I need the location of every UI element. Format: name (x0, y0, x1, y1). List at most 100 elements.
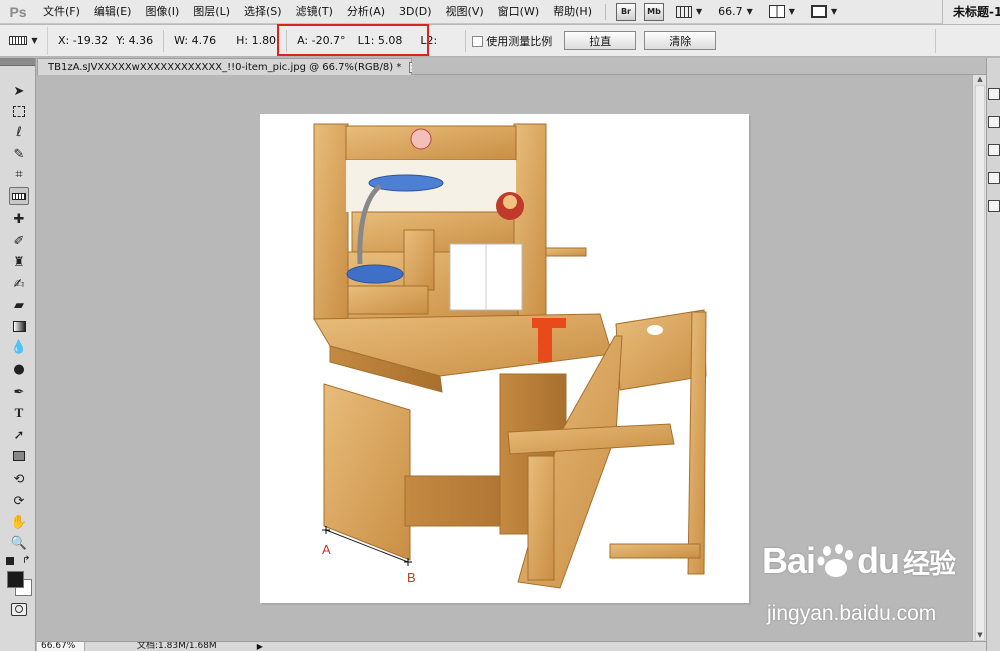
menu-3d[interactable]: 3D(D) (392, 0, 439, 24)
clear-button[interactable]: 清除 (644, 31, 717, 50)
side-shelf (545, 247, 587, 257)
scroll-down-icon[interactable]: ▼ (973, 631, 987, 641)
quick-selection-tool-icon[interactable]: ✎ (9, 145, 29, 163)
zoom-tool-icon[interactable]: 🔍 (9, 534, 29, 552)
straighten-button[interactable]: 拉直 (564, 31, 637, 50)
3d-rotate-tool-icon[interactable]: ⟲ (9, 470, 29, 488)
measure-width: W: 4.76 (174, 34, 217, 47)
photoshop-logo: Ps (9, 3, 27, 20)
pen-tool-icon[interactable]: ✒ (9, 383, 29, 401)
arrange-documents-dropdown[interactable]: ▼ (768, 5, 795, 18)
bridge-button[interactable]: Br (615, 2, 636, 21)
paw-icon (817, 543, 855, 579)
toy-face (503, 195, 517, 209)
hutch-left-post (313, 123, 349, 320)
scroll-up-icon[interactable]: ▲ (973, 75, 987, 85)
tools-panel-grip[interactable] (0, 58, 35, 66)
hutch-top-board (345, 125, 517, 161)
document-canvas-image[interactable] (260, 114, 749, 603)
quick-mask-icon[interactable] (11, 603, 27, 616)
document-title: 未标题-1 (942, 0, 1000, 24)
lasso-tool-icon[interactable]: ℓ (9, 123, 29, 141)
tool-preset-picker[interactable]: ▼ (0, 26, 48, 55)
menu-select[interactable]: 选择(S) (237, 0, 289, 24)
menu-bar: Ps 文件(F) 编辑(E) 图像(I) 图层(L) 选择(S) 滤镜(T) 分… (0, 0, 1000, 24)
screen-mode-icon (810, 5, 827, 18)
measurement-highlight-box (277, 24, 429, 56)
measure-height: H: 1.80 (236, 34, 277, 47)
watermark-brand-right: du (857, 540, 900, 581)
brush-tool-icon[interactable]: ✐ (9, 232, 29, 250)
marquee-tool-icon[interactable] (9, 102, 29, 120)
path-selection-tool-icon[interactable]: ➚ (9, 426, 29, 444)
use-measurement-scale-label: 使用测量比例 (486, 34, 553, 48)
crop-tool-icon[interactable]: ⌗ (9, 165, 29, 183)
desk-and-chair-photo (313, 123, 707, 589)
document-tab[interactable]: TB1zA.sJVXXXXXwXXXXXXXXXXXX_!!0-item_pic… (37, 58, 419, 75)
status-zoom-field[interactable]: 66.67% (37, 642, 85, 651)
eraser-tool-icon[interactable]: ▰ (9, 296, 29, 314)
checkbox-box[interactable] (472, 35, 484, 47)
panel-icon[interactable] (988, 144, 1000, 156)
scrollbar-thumb[interactable] (975, 85, 985, 641)
default-colors-icon[interactable] (6, 557, 14, 565)
history-brush-tool-icon[interactable]: ✍ (9, 275, 29, 293)
vertical-scrollbar[interactable]: ▲ ▼ (972, 75, 986, 641)
watermark-brand-left: Bai (762, 540, 816, 581)
options-separator (163, 29, 165, 52)
chair-handle-hole (647, 325, 663, 335)
menu-help[interactable]: 帮助(H) (546, 0, 599, 24)
foreground-color-swatch[interactable] (7, 571, 24, 588)
clone-stamp-tool-icon[interactable]: ♜ (9, 253, 29, 271)
3d-orbit-tool-icon[interactable]: ⟳ (9, 492, 29, 510)
menu-layer[interactable]: 图层(L) (186, 0, 237, 24)
baidu-jingyan-watermark: Bai du 经验 jingyan.baidu.com (762, 540, 962, 630)
mini-bridge-button[interactable]: Mb (643, 2, 664, 21)
ruler-icon (9, 36, 28, 45)
reading-stand-top (532, 318, 566, 328)
status-doc-info[interactable]: 文档:1.83M/1.68M (137, 642, 217, 651)
rectangle-tool-icon[interactable] (9, 447, 29, 465)
menu-filter[interactable]: 滤镜(T) (289, 0, 340, 24)
use-measurement-scale-checkbox[interactable]: 使用测量比例 (472, 33, 552, 49)
type-tool-icon[interactable]: T (9, 404, 29, 422)
zoom-level-dropdown[interactable]: 66.7 ▼ (718, 5, 753, 18)
chevron-down-icon: ▼ (695, 7, 703, 16)
chevron-down-icon: ▼ (746, 7, 753, 16)
ruler-tool-icon[interactable] (9, 187, 29, 205)
book-holder (403, 229, 435, 291)
chevron-down-icon: ▼ (788, 7, 795, 16)
view-extras-dropdown[interactable]: ▼ (675, 5, 703, 18)
point-label-a: A (322, 542, 331, 557)
measure-y: Y: 4.36 (116, 34, 154, 47)
drawer (347, 285, 429, 315)
panel-icon[interactable] (988, 172, 1000, 184)
screen-mode-dropdown[interactable]: ▼ (810, 5, 837, 18)
menu-view[interactable]: 视图(V) (439, 0, 491, 24)
gradient-tool-icon[interactable] (9, 317, 29, 335)
move-tool-icon[interactable]: ➤ (9, 82, 29, 100)
filmstrip-icon (675, 5, 692, 18)
lamp-base (346, 264, 404, 284)
document-tab-label: TB1zA.sJVXXXXXwXXXXXXXXXXXX_!!0-item_pic… (48, 61, 402, 73)
panel-icon[interactable] (988, 200, 1000, 212)
chair-front-leg (527, 455, 555, 581)
menu-image[interactable]: 图像(I) (138, 0, 186, 24)
status-menu-arrow-icon[interactable]: ▶ (257, 642, 263, 651)
dodge-tool-icon[interactable]: ● (9, 360, 29, 378)
watermark-sub: 经验 (903, 548, 956, 579)
brand-logo-emblem (410, 128, 432, 150)
swap-colors-icon[interactable]: ↱ (22, 555, 30, 566)
healing-brush-tool-icon[interactable]: ✚ (9, 210, 29, 228)
hand-tool-icon[interactable]: ✋ (9, 513, 29, 531)
blur-tool-icon[interactable]: 💧 (9, 338, 29, 356)
status-bar: 66.67% 文档:1.83M/1.68M ▶ (37, 641, 986, 651)
menu-analysis[interactable]: 分析(A) (340, 0, 392, 24)
menu-window[interactable]: 窗口(W) (491, 0, 546, 24)
panel-icon[interactable] (988, 88, 1000, 100)
menu-file[interactable]: 文件(F) (36, 0, 87, 24)
menu-edit[interactable]: 编辑(E) (87, 0, 139, 24)
desk-left-leg (323, 383, 411, 561)
panel-icon[interactable] (988, 116, 1000, 128)
panels-dock (986, 58, 1000, 651)
